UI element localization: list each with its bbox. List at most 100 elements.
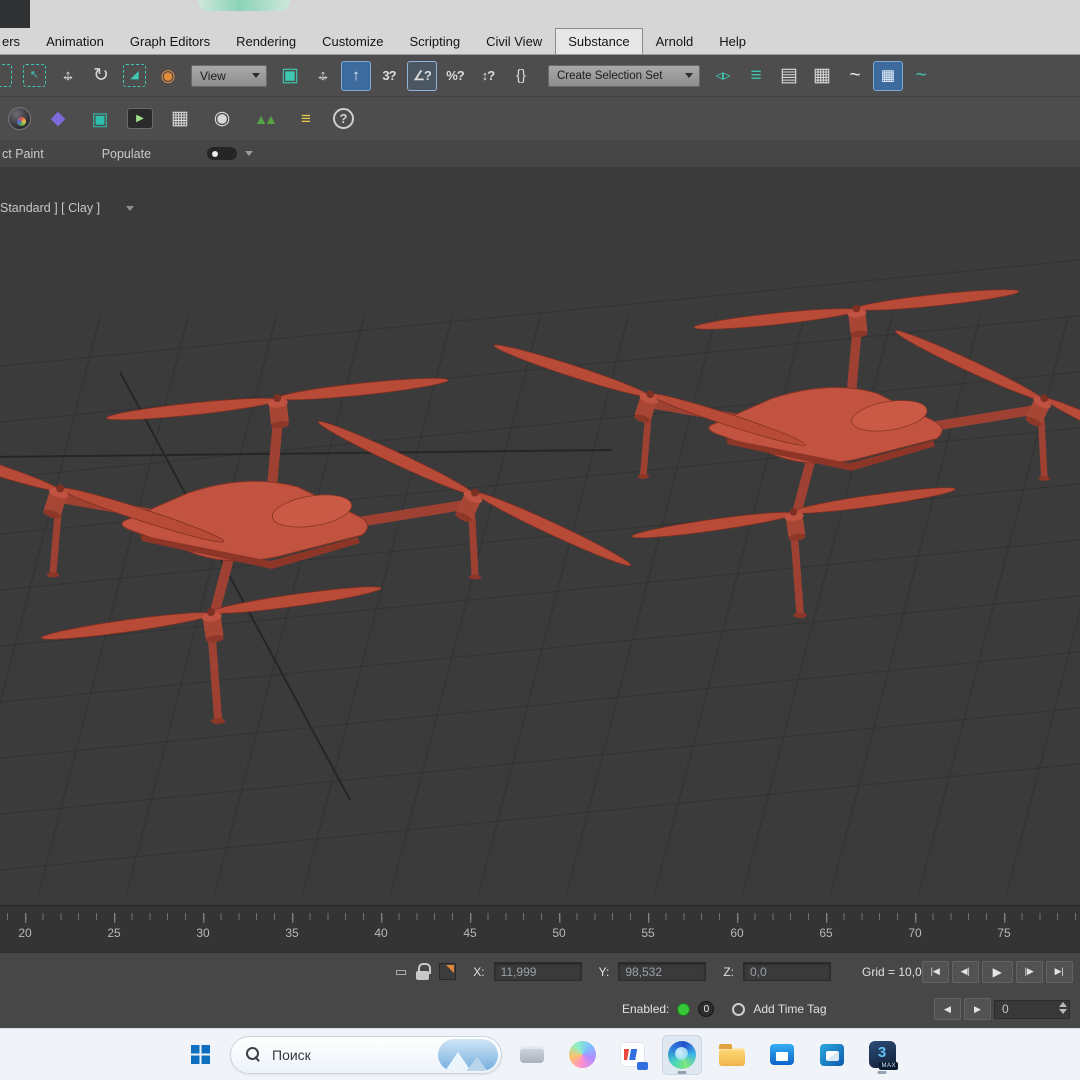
menu-item-arnold[interactable]: Arnold <box>643 28 707 54</box>
select-and-move-icon[interactable]: ↔ ↕ <box>53 61 83 91</box>
search-placeholder: Поиск <box>272 1046 311 1063</box>
widgets-device-icon[interactable] <box>512 1035 552 1075</box>
menu-item-help[interactable]: Help <box>706 28 759 54</box>
x-coordinate-field[interactable]: 11,999 <box>493 962 582 982</box>
align-icon[interactable]: ≡ <box>741 61 771 91</box>
menu-item-rendering[interactable]: Rendering <box>223 28 309 54</box>
reference-coordinate-dropdown[interactable]: View <box>191 64 267 87</box>
microsoft-store-icon[interactable] <box>762 1035 802 1075</box>
windows-logo-icon <box>190 1045 210 1064</box>
go-to-start-button[interactable]: |◀ <box>921 960 949 983</box>
enabled-indicator-icon[interactable] <box>677 1002 691 1016</box>
rendered-frame-window-icon[interactable]: ▣ <box>85 104 115 134</box>
counter-badge[interactable]: 0 <box>698 1001 715 1018</box>
spinner-arrows-icon[interactable] <box>1059 1001 1067 1014</box>
edge-icon[interactable] <box>662 1034 702 1075</box>
menu-item-customize[interactable]: Customize <box>309 28 396 54</box>
listener-icon[interactable]: ≡ <box>291 104 321 134</box>
spinner-snap-icon[interactable]: ↕? <box>473 61 503 91</box>
title-decoration <box>198 0 290 11</box>
menu-item-graph-editors[interactable]: Graph Editors <box>117 28 223 54</box>
z-coordinate-field[interactable]: 0,0 <box>743 962 831 982</box>
angle-snap-icon[interactable]: ∠? <box>407 60 437 91</box>
preview-window-icon[interactable]: ▶ <box>127 108 153 129</box>
transform-type-in: ▭ X: 11,999 Y: 98,532 Z: 0,0 Grid = 10,0 <box>395 962 922 982</box>
copilot-icon[interactable] <box>562 1035 602 1075</box>
percent-snap-icon[interactable]: %? <box>440 61 470 91</box>
app-logo-corner <box>0 0 30 28</box>
outlook-icon[interactable] <box>812 1035 852 1075</box>
snaps-3d-icon[interactable]: 3? <box>374 61 404 91</box>
material-editor-wave-icon[interactable]: ~ <box>906 61 936 91</box>
vegetation-icon[interactable]: ▲▲ <box>249 104 279 134</box>
chat-app-icon[interactable] <box>612 1035 652 1075</box>
z-coordinate-value: 0,0 <box>750 964 767 979</box>
select-and-rotate-icon[interactable]: ↻ <box>86 61 116 91</box>
menu-item-animation[interactable]: Animation <box>33 28 117 54</box>
render-view-icon[interactable]: ◉ <box>207 104 237 134</box>
snaps-toggle-icon[interactable]: ↑ <box>341 60 371 91</box>
selection-region-cut-icon[interactable] <box>0 64 12 87</box>
menu-item-scripting[interactable]: Scripting <box>397 28 474 54</box>
media-toggle[interactable] <box>207 147 238 160</box>
select-and-place-icon[interactable]: ◉ <box>153 61 183 91</box>
grid-create-icon[interactable]: ▦ <box>165 104 195 134</box>
3ds-max-icon[interactable]: 3 MAX <box>862 1035 902 1075</box>
selection-set-label: Create Selection Set <box>557 69 663 82</box>
play-animation-button[interactable]: ▶ <box>981 960 1013 983</box>
search-box[interactable]: Поиск <box>230 1035 502 1074</box>
tab-object-paint[interactable]: ct Paint <box>0 147 88 161</box>
named-selection-sets-icon[interactable]: {} <box>506 61 536 91</box>
select-object-icon[interactable]: ↖ <box>23 64 46 87</box>
next-frame-button[interactable]: |▶ <box>1015 960 1043 983</box>
menu-item-substance[interactable]: Substance <box>555 28 643 54</box>
select-and-manipulate-icon[interactable]: ↔ ↕ <box>308 61 338 91</box>
mirror-icon[interactable]: ◃▹ <box>708 61 738 91</box>
curve-editor-icon[interactable]: ~ <box>840 61 870 91</box>
drone-model-right[interactable] <box>486 286 1080 618</box>
compact-material-editor-icon[interactable]: ◆ <box>43 104 73 134</box>
add-time-tag-label[interactable]: Add Time Tag <box>753 1002 826 1016</box>
select-and-scale-icon[interactable]: ◢ <box>123 64 146 87</box>
title-strip <box>0 0 1080 28</box>
tab-populate[interactable]: Populate <box>88 147 165 161</box>
track-bar[interactable]: 20 25 30 35 40 45 50 55 60 65 70 75 <box>0 905 1080 952</box>
timeline-frame-65: 65 <box>819 913 833 940</box>
render-toolbar: ◆ ▣ ▶ ▦ ◉ ▲▲ ≡? <box>0 97 1080 140</box>
y-coordinate-field[interactable]: 98,532 <box>618 962 707 982</box>
viewport[interactable]: Standard ] [ Clay ] <box>0 167 1080 905</box>
viewport-shading-label[interactable]: Standard ] [ Clay ] <box>0 201 135 215</box>
start-button[interactable] <box>180 1035 220 1075</box>
weather-widget-thumbnail[interactable] <box>438 1038 498 1071</box>
use-pivot-point-icon[interactable]: ▣ <box>275 61 305 91</box>
previous-frame-button[interactable]: ◀| <box>951 960 979 983</box>
selection-lock-icon[interactable] <box>416 963 432 981</box>
chat-app-badge-icon <box>637 1061 648 1070</box>
3ds-max-label: 3 <box>877 1043 887 1061</box>
timeline-frame-35: 35 <box>285 913 299 940</box>
render-setup-icon[interactable] <box>8 107 31 130</box>
windows-taskbar: Поиск 3 MAX <box>0 1028 1080 1080</box>
help-icon[interactable]: ? <box>333 108 354 129</box>
absolute-mode-icon[interactable] <box>439 963 457 981</box>
chevron-down-icon <box>252 73 260 78</box>
status-row-time: Enabled: 0 Add Time Tag ◀ ▶ 0 <box>0 991 1080 1029</box>
frame-spinner-field[interactable]: 0 <box>994 999 1070 1019</box>
timeline-frame-55: 55 <box>641 913 655 940</box>
toggle-scene-explorer-icon[interactable]: ▤ <box>774 61 804 91</box>
menu-item-civil-view[interactable]: Civil View <box>473 28 555 54</box>
selection-set-dropdown[interactable]: Create Selection Set <box>548 64 700 87</box>
drone-model-left[interactable] <box>0 374 633 724</box>
file-explorer-folder-icon[interactable] <box>712 1035 752 1075</box>
y-coordinate-label: Y: <box>598 964 610 979</box>
schematic-view-icon[interactable]: ▦ <box>873 60 903 91</box>
previous-key-button[interactable]: ◀ <box>934 998 961 1021</box>
timeline-frame-40: 40 <box>374 913 388 940</box>
isolate-selection-icon[interactable]: ▭ <box>395 964 407 980</box>
z-coordinate-label: Z: <box>723 964 734 979</box>
menu-item-ers[interactable]: ers <box>0 28 33 54</box>
toggle-layer-explorer-icon[interactable]: ▦ <box>807 61 837 91</box>
go-to-end-button[interactable]: ▶| <box>1045 960 1073 983</box>
viewport-canvas[interactable] <box>0 167 1080 905</box>
next-key-button[interactable]: ▶ <box>964 998 991 1021</box>
